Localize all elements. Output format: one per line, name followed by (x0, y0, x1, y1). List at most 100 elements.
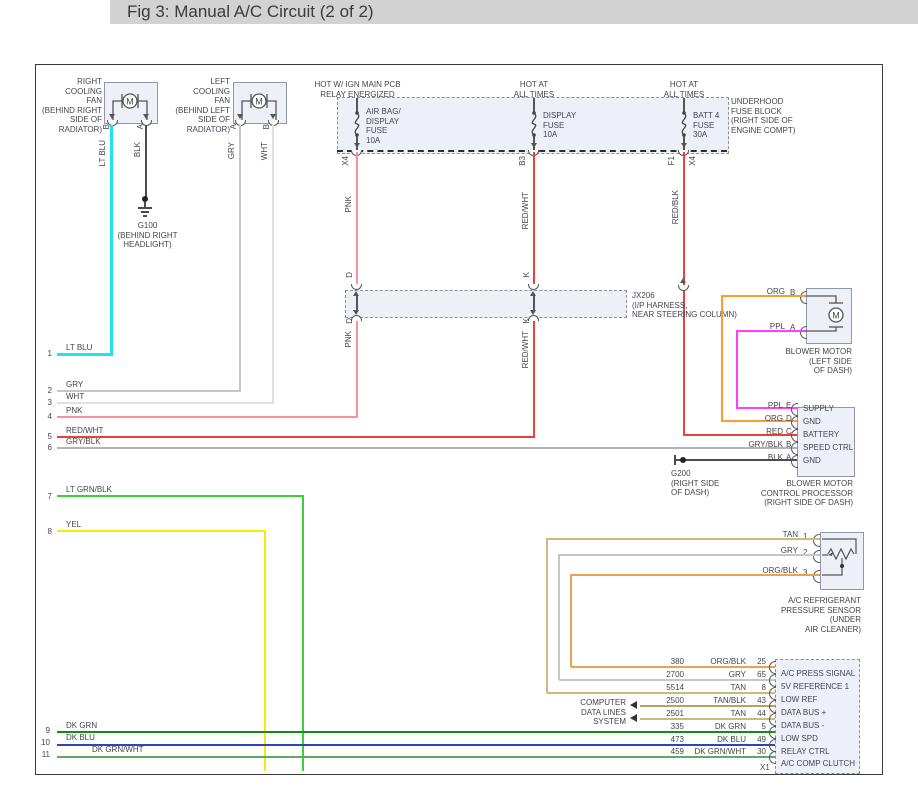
svg-text:M: M (255, 97, 263, 107)
wire-1-label: LT BLU (66, 343, 92, 353)
svg-text:M: M (832, 311, 840, 321)
g100-ground-bar-icon (143, 215, 147, 217)
fn-data-bus-plus: DATA BUS + (781, 708, 826, 718)
underhood-fuse-block-label: UNDERHOOD FUSE BLOCK (RIGHT SIDE OF ENGI… (731, 97, 795, 135)
wire-6-number: 6 (40, 443, 52, 453)
wire-org-h1 (722, 295, 806, 297)
blower-motor-icon: M (806, 288, 850, 342)
pin-connector-icon (769, 751, 776, 764)
circuit-5514: 5514 (640, 683, 684, 693)
blower-processor-label: BLOWER MOTOR CONTROL PROCESSOR (RIGHT SI… (733, 479, 853, 508)
wire-2-label: GRY (66, 380, 83, 390)
fuse3-pin-x4: X4 (688, 156, 697, 166)
color-473: DK BLU (688, 735, 746, 745)
color-2501: TAN (688, 709, 746, 719)
circuit-473: 473 (640, 735, 684, 745)
color-2700: GRY (688, 670, 746, 680)
fuse1-pin-x4: X4 (341, 156, 350, 166)
computer-data-lines-label: COMPUTER DATA LINES SYSTEM (558, 698, 626, 727)
processor-pin-d: D (786, 414, 792, 424)
processor-fn-supply: SUPPLY (803, 404, 834, 414)
wire-red-wht-label: RED/WHT (521, 192, 530, 229)
wire-10-label: DK BLU (66, 733, 95, 743)
fuse3-label: BATT 4 FUSE 30A (693, 111, 719, 140)
wire-blk-to-g200 (676, 459, 797, 461)
sensor-pin-1: 1 (803, 532, 807, 542)
double-arrow-up-icon (530, 291, 536, 296)
circuit-459: 459 (640, 747, 684, 757)
wire-tan-h1 (547, 538, 820, 540)
processor-pin-a: A (786, 453, 791, 463)
pin-connector-icon (769, 713, 776, 726)
wire-gry-h1 (559, 554, 820, 556)
wire-pnk-vertical-upper (356, 152, 358, 286)
wire-10-number: 10 (38, 738, 50, 748)
wire-9-label: DK GRN (66, 721, 97, 731)
wire-1-lt-blu (57, 353, 113, 356)
pin-connector-icon (769, 687, 776, 700)
wire-gry-vertical-sensor (558, 554, 560, 680)
pin-connector-icon (769, 700, 776, 713)
pin-connector-icon (791, 416, 798, 429)
pin-connector-icon (800, 326, 807, 339)
color-5514: TAN (688, 683, 746, 693)
pin-connector-icon (769, 726, 776, 739)
wire-pnk-vertical-lower (356, 319, 358, 417)
left-cooling-fan-label: LEFT COOLING FAN (BEHIND LEFT SIDE OF RA… (168, 77, 230, 134)
pin-connector-icon (813, 550, 820, 563)
wire-red-wht-vertical-lower (533, 319, 535, 437)
ecm-connector-x1: X1 (760, 763, 770, 773)
processor-wire-org: ORG (725, 414, 783, 424)
pin-connector-icon (813, 570, 820, 583)
wire-ppl-h1 (737, 330, 806, 332)
circuit-335: 335 (640, 722, 684, 732)
processor-wire-red: RED (725, 427, 783, 437)
double-arrow-up-icon (353, 291, 359, 296)
jx206-pin-d-top: D (345, 272, 354, 278)
data-line-arrow-icon (630, 701, 637, 709)
wire-3-number: 3 (40, 398, 52, 408)
color-2500: TAN/BLK (688, 696, 746, 706)
processor-fn-gnd1: GND (803, 417, 821, 427)
wire-wht-label: WHT (260, 142, 269, 160)
wire-lt-blu-label: LT BLU (98, 140, 107, 166)
pin-49: 49 (744, 735, 766, 745)
blower-motor-label: BLOWER MOTOR (LEFT SIDE OF DASH) (760, 347, 852, 376)
wire-tan-vertical (546, 538, 548, 693)
wire-blk-vertical (145, 125, 147, 197)
wire-3-wht (57, 402, 274, 404)
wire-7-label: LT GRN/BLK (66, 485, 112, 495)
color-335: DK GRN (688, 722, 746, 732)
fn-low-spd: LOW SPD (781, 734, 818, 744)
wire-8-label: YEL (66, 520, 81, 530)
wire-orgblk-h1 (571, 574, 820, 576)
wire-7-number: 7 (40, 492, 52, 502)
pin-connector-icon (791, 455, 798, 468)
jx206-pin-d-bottom: D (345, 318, 354, 324)
fuse-icon (528, 110, 540, 138)
wire-7-vertical (302, 495, 304, 771)
circuit-2700: 2700 (640, 670, 684, 680)
wire-11-label: DK GRN/WHT (92, 745, 144, 755)
pin-connector-icon (791, 442, 798, 455)
processor-wire-blk: BLK (725, 453, 783, 463)
svg-text:M: M (126, 97, 134, 107)
pin-5: 5 (744, 722, 766, 732)
left-fan-pin-b: B (262, 124, 271, 129)
color-380: ORG/BLK (688, 657, 746, 667)
wire-8-number: 8 (40, 527, 52, 537)
circuit-380: 380 (640, 657, 684, 667)
jx206-pin-k-top: K (522, 272, 531, 277)
pin-44: 44 (744, 709, 766, 719)
fn-low-ref: LOW REF (781, 695, 817, 705)
pin-arrow-icon (354, 143, 360, 148)
pin-connector-icon (813, 534, 820, 547)
pin-43: 43 (744, 696, 766, 706)
pressure-sensor-resistor-icon (820, 532, 862, 588)
g200-ground-bar-icon (674, 455, 676, 465)
processor-pin-b: B (786, 440, 791, 450)
pin-arrow-icon (237, 114, 243, 119)
wire-8-yel (57, 530, 266, 532)
wire-6-label: GRY/BLK (66, 437, 101, 447)
wire-orgblk-vertical (570, 574, 572, 667)
